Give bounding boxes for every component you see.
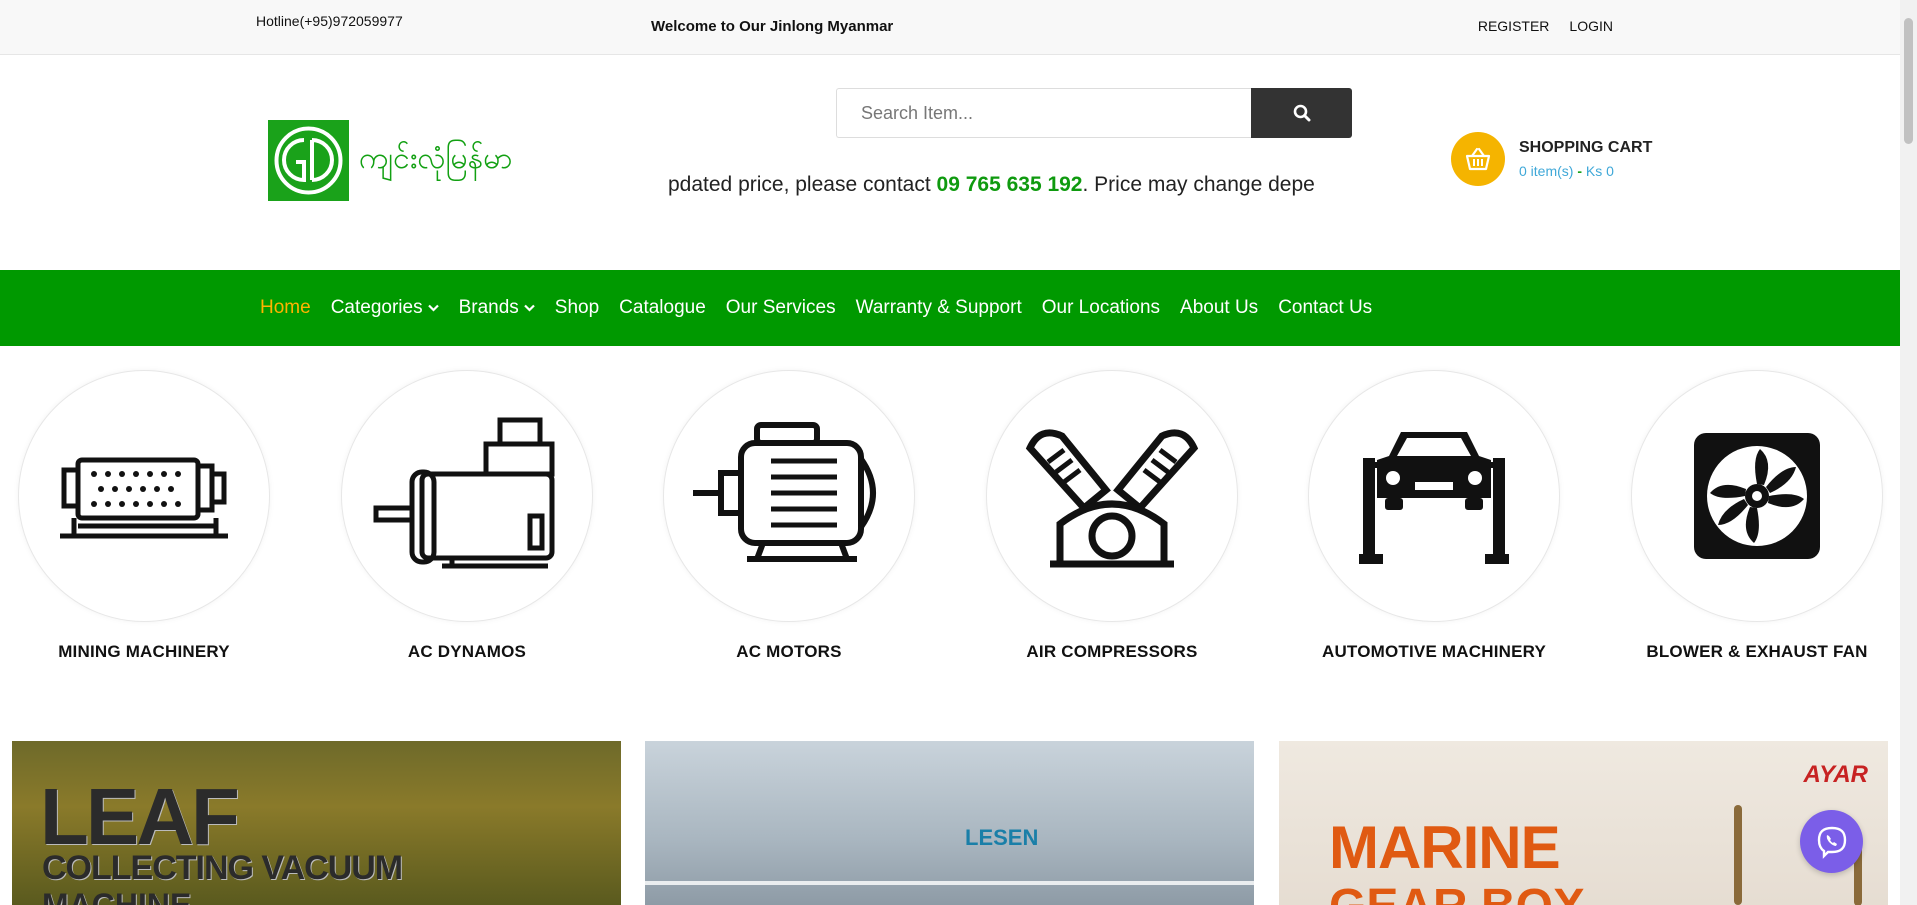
basket-icon [1451, 132, 1505, 186]
category-label: AC DYNAMOS [407, 642, 527, 661]
cart-total: Ks 0 [1585, 163, 1614, 179]
banner-brand: LESEN [965, 825, 1039, 850]
search-input[interactable] [836, 88, 1251, 138]
dynamo-icon [373, 417, 555, 569]
price-notice-marquee: pdated price, please contact 09 765 635 … [668, 173, 1352, 203]
nav-our-locations-label: Our Locations [1041, 297, 1161, 318]
marquee-phone[interactable]: 09 765 635 192 [937, 173, 1083, 196]
nav-warranty-support-label: Warranty & Support [855, 297, 1022, 318]
nav-about-us-label: About Us [1180, 297, 1259, 318]
main-nav: Home Categories Brands Shop Catalogue Ou… [0, 270, 1900, 346]
banner-decoration [1734, 805, 1742, 905]
nav-catalogue-label: Catalogue [619, 297, 706, 318]
banner-divider [645, 881, 1254, 885]
auth-links: REGISTER LOGIN [1478, 18, 1613, 34]
site-header: ကျင်းလုံမြန်မာ pdated price, please cont… [0, 55, 1900, 270]
scrollbar-thumb[interactable] [1904, 18, 1913, 144]
viber-icon [1817, 826, 1846, 859]
category-label: MINING MACHINERY [58, 642, 230, 661]
cart-item-count: 0 item(s) [1519, 163, 1574, 179]
category-label: BLOWER & EXHAUST FAN [1646, 642, 1868, 661]
car-lift-icon [1359, 432, 1509, 564]
nav-our-locations[interactable]: Our Locations [1042, 297, 1160, 319]
logo-text: ကျင်းလုံမြန်မာ [359, 141, 513, 176]
banner-headline: MARINE [1329, 814, 1561, 881]
search-bar [836, 88, 1352, 138]
nav-shop-label: Shop [554, 297, 600, 318]
nav-shop[interactable]: Shop [555, 297, 599, 319]
top-bar: Hotline(+95)972059977 Welcome to Our Jin… [0, 0, 1900, 55]
category-label: AC MOTORS [736, 642, 842, 661]
category-blower-exhaust-fan[interactable]: BLOWER & EXHAUST FAN [1631, 370, 1883, 662]
nav-contact-us-label: Contact Us [1278, 297, 1373, 318]
nav-about-us[interactable]: About Us [1180, 297, 1258, 319]
nav-catalogue[interactable]: Catalogue [619, 297, 706, 319]
hotline-text: Hotline(+95)972059977 [256, 13, 403, 29]
nav-home-label: Home [260, 297, 311, 318]
mining-machine-icon [60, 457, 228, 539]
category-label: AIR COMPRESSORS [1026, 642, 1198, 661]
cart-title: SHOPPING CART [1519, 139, 1653, 156]
login-link[interactable]: LOGIN [1569, 18, 1613, 34]
category-mining-machinery[interactable]: MINING MACHINERY [18, 370, 270, 662]
shopping-cart[interactable]: SHOPPING CART 0 item(s) - Ks 0 [1451, 132, 1652, 186]
banner-subline: COLLECTING VACUUM [42, 849, 403, 887]
nav-brands[interactable]: Brands [459, 297, 535, 319]
cart-separator: - [1577, 163, 1583, 179]
category-carousel: MINING MACHINERY AC DYNAMOS AC MOTORS AI… [0, 370, 1900, 670]
banner-brand: AYAR [1803, 761, 1868, 788]
banner-leaf-vacuum[interactable]: LEAF COLLECTING VACUUM MACHINE [12, 741, 621, 905]
page-scrollbar[interactable] [1900, 0, 1917, 905]
welcome-text: Welcome to Our Jinlong Myanmar [651, 18, 894, 35]
marquee-text-before: pdated price, please contact [668, 173, 937, 196]
chevron-down-icon [524, 304, 535, 312]
search-icon [1293, 104, 1310, 122]
compressor-icon [1025, 429, 1199, 568]
category-ac-motors[interactable]: AC MOTORS [663, 370, 915, 662]
nav-our-services[interactable]: Our Services [726, 297, 836, 319]
nav-warranty-support[interactable]: Warranty & Support [856, 297, 1022, 319]
cart-summary: 0 item(s) - Ks 0 [1519, 163, 1652, 179]
logo-mark-icon [268, 120, 349, 201]
category-ac-dynamos[interactable]: AC DYNAMOS [341, 370, 593, 662]
nav-home[interactable]: Home [260, 297, 311, 319]
category-automotive-machinery[interactable]: AUTOMOTIVE MACHINERY [1308, 370, 1560, 662]
nav-categories-label: Categories [330, 297, 423, 318]
chevron-down-icon [427, 304, 439, 312]
category-label: AUTOMOTIVE MACHINERY [1321, 642, 1547, 661]
banner-marine-gearbox[interactable]: AYAR MARINE GEAR BOX [1279, 741, 1888, 905]
category-air-compressors[interactable]: AIR COMPRESSORS [986, 370, 1238, 662]
viber-chat-button[interactable] [1800, 810, 1863, 873]
nav-our-services-label: Our Services [725, 297, 836, 318]
fan-icon [1694, 433, 1820, 559]
nav-contact-us[interactable]: Contact Us [1278, 297, 1372, 319]
site-logo[interactable]: ကျင်းလုံမြန်မာ [268, 120, 513, 201]
cart-details: SHOPPING CART 0 item(s) - Ks 0 [1519, 139, 1652, 179]
nav-categories[interactable]: Categories [331, 297, 439, 319]
nav-brands-label: Brands [458, 297, 519, 318]
search-button[interactable] [1251, 88, 1352, 138]
register-link[interactable]: REGISTER [1478, 18, 1550, 34]
banner-lesen[interactable]: LESEN [645, 741, 1254, 905]
banner-subline-2: MACHINE [42, 887, 192, 905]
marquee-text-after: . Price may change depe [1082, 173, 1315, 196]
banner-subline: GEAR BOX [1329, 879, 1585, 905]
motor-icon [693, 422, 876, 562]
